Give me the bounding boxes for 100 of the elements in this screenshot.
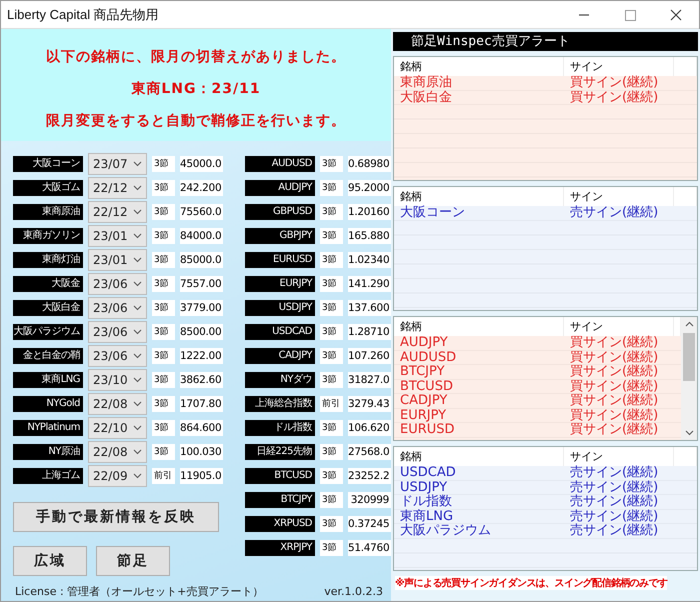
- session-label: 3節: [320, 300, 343, 316]
- instrument-label: EURUSD: [245, 252, 315, 268]
- instrument-label: 大阪コーン: [13, 156, 83, 172]
- session-label: 3節: [152, 300, 175, 316]
- price-value: 0.68980: [348, 156, 391, 172]
- price-value: 8500.00: [180, 324, 223, 340]
- chevron-down-icon: [133, 473, 142, 479]
- signal-cell-text: 買サイン(継続): [569, 394, 660, 408]
- month-dropdown[interactable]: 22/09: [88, 465, 147, 487]
- instrument-label: 東商灯油: [13, 252, 83, 268]
- symbol-cell-text: 東商LNG: [399, 510, 454, 524]
- instrument-label: 日経225先物: [245, 444, 315, 460]
- month-dropdown[interactable]: 22/08: [88, 393, 147, 415]
- price-value: 107.260: [348, 348, 391, 364]
- version-text: ver.1.0.2.3: [324, 584, 383, 598]
- signal-cell-text: 買サイン(継続): [569, 423, 660, 438]
- license-text: License : 管理者（オールセット+売買アラート）: [15, 584, 264, 598]
- notice-text: 東商LNG：23/11: [131, 80, 261, 98]
- session-label: 3節: [320, 420, 343, 436]
- instrument-label: NYPlatinum: [13, 420, 83, 436]
- price-value: 141.290: [348, 276, 391, 292]
- chevron-down-icon: [133, 329, 142, 335]
- wide-area-button[interactable]: 広域: [13, 546, 87, 576]
- chevron-down-icon: [133, 353, 142, 359]
- chevron-down-icon: [133, 257, 142, 263]
- session-label: 3節: [320, 276, 343, 292]
- month-dropdown[interactable]: 23/10: [88, 369, 147, 391]
- symbol-cell-text: 大阪コーン: [399, 206, 466, 220]
- instrument-label: NYGold: [13, 396, 83, 412]
- scrollbar-thumb[interactable]: [683, 333, 695, 381]
- column-header: 銘柄: [394, 187, 564, 206]
- price-value: 242.200: [180, 180, 223, 196]
- symbol-cell-text: BTCJPY: [399, 365, 446, 380]
- session-label: 3節: [152, 276, 175, 292]
- signal-cell-text: 買サイン(継続): [569, 336, 660, 350]
- session-label: 3節: [152, 396, 175, 412]
- scrollbar[interactable]: [681, 317, 697, 440]
- bar-button[interactable]: 節足: [96, 546, 170, 576]
- instrument-label: BTCJPY: [245, 492, 315, 508]
- symbol-cell-text: 大阪パラジウム: [399, 524, 492, 538]
- month-dropdown[interactable]: 22/10: [88, 417, 147, 439]
- symbol-cell-text: 東商原油: [399, 76, 453, 90]
- price-value: 3779.00: [180, 300, 223, 316]
- price-value: 165.880: [348, 228, 391, 244]
- month-dropdown[interactable]: 23/06: [88, 273, 147, 295]
- symbol-cell-text: EURJPY: [399, 408, 448, 423]
- instrument-label: USDJPY: [245, 300, 315, 316]
- column-header: 銘柄: [394, 317, 564, 336]
- column-header: サイン: [564, 447, 674, 466]
- instrument-label: GBPJPY: [245, 228, 315, 244]
- column-header: 銘柄: [394, 57, 564, 76]
- price-value: 23252.2: [348, 468, 391, 484]
- instrument-label: NYダウ: [245, 372, 315, 388]
- month-dropdown[interactable]: 23/01: [88, 249, 147, 271]
- symbol-cell-text: USDCAD: [399, 466, 457, 480]
- chevron-down-icon: [133, 281, 142, 287]
- instrument-label: BTCUSD: [245, 468, 315, 484]
- guidance-note: ※声による売買サインガイダンスは、スイング配信銘柄のみです: [395, 576, 668, 590]
- month-dropdown[interactable]: 23/06: [88, 297, 147, 319]
- price-value: 3862.60: [180, 372, 223, 388]
- session-label: 3節: [152, 444, 175, 460]
- instrument-label: 上海総合指数: [245, 396, 315, 412]
- month-dropdown[interactable]: 23/01: [88, 225, 147, 247]
- session-label: 3節: [320, 468, 343, 484]
- signal-cell-text: 買サイン(継続): [569, 380, 660, 394]
- instrument-label: 金と白金の鞘: [13, 348, 83, 364]
- session-label: 3節: [320, 180, 343, 196]
- month-dropdown[interactable]: 22/08: [88, 441, 147, 463]
- notice-text: 限月変更をすると自動で鞘修正を行います。: [46, 112, 346, 130]
- month-dropdown[interactable]: 23/06: [88, 345, 147, 367]
- session-label: 3節: [152, 204, 175, 220]
- session-label: 3節: [320, 348, 343, 364]
- instrument-label: XRPUSD: [245, 516, 315, 532]
- price-value: 95.2000: [348, 180, 391, 196]
- symbol-cell-text: ドル指数: [399, 495, 453, 509]
- month-dropdown[interactable]: 22/12: [88, 201, 147, 223]
- chevron-down-icon: [133, 185, 142, 191]
- session-label: 3節: [152, 372, 175, 388]
- month-dropdown[interactable]: 22/12: [88, 177, 147, 199]
- month-dropdown[interactable]: 23/07: [88, 153, 147, 175]
- price-value: 1.20160: [348, 204, 391, 220]
- price-value: 1.02340: [348, 252, 391, 268]
- symbol-cell-text: BTCUSD: [399, 380, 454, 394]
- month-dropdown[interactable]: 23/06: [88, 321, 147, 343]
- window-title: Liberty Capital 商品先物用: [6, 6, 160, 24]
- price-value: 84000.0: [180, 228, 223, 244]
- session-label: 3節: [320, 204, 343, 220]
- chevron-down-icon: [133, 161, 142, 167]
- session-label: 前引: [320, 396, 343, 412]
- chevron-down-icon: [133, 233, 142, 239]
- alert-title: 節足Winspec売買アラート: [393, 32, 698, 51]
- price-value: 85000.0: [180, 252, 223, 268]
- refresh-button[interactable]: 手動で最新情報を反映: [13, 502, 219, 532]
- price-value: 51.4760: [348, 540, 391, 556]
- session-label: 3節: [152, 324, 175, 340]
- signal-cell-text: 買サイン(継続): [569, 365, 660, 379]
- chevron-down-icon: [133, 305, 142, 311]
- signal-cell-text: 売サイン(継続): [569, 480, 660, 494]
- symbol-cell-text: EURUSD: [399, 423, 456, 438]
- signal-cell-text: 売サイン(継続): [569, 510, 660, 524]
